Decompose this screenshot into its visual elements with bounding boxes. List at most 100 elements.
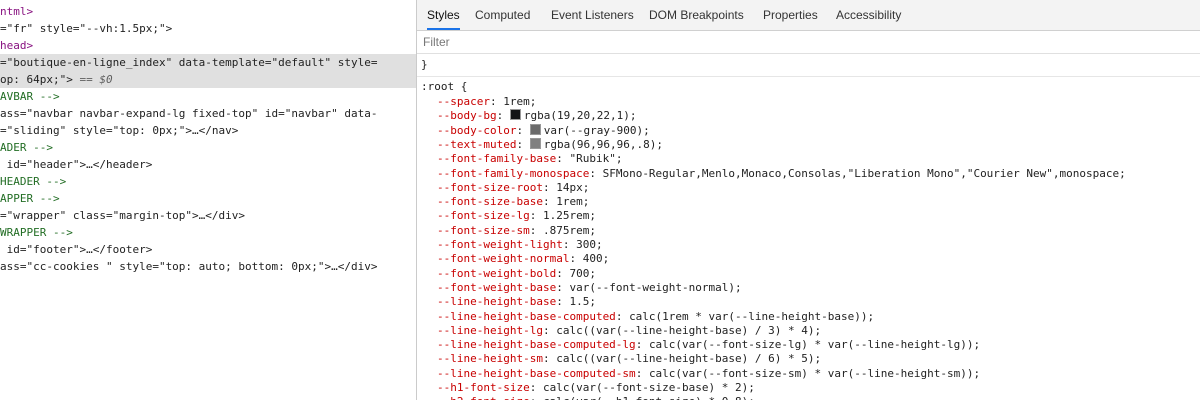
- tab-dom-breakpoints[interactable]: DOM Breakpoints: [649, 0, 744, 30]
- property-name[interactable]: --spacer: [437, 95, 490, 108]
- property-name[interactable]: --line-height-lg: [437, 324, 543, 337]
- dom-tree-line[interactable]: id="footer">…</footer>: [0, 241, 153, 258]
- property-value[interactable]: 1rem;: [556, 195, 589, 208]
- css-property[interactable]: --font-size-root: 14px;: [437, 181, 589, 195]
- property-colon: :: [529, 209, 543, 223]
- property-colon: :: [542, 352, 557, 366]
- property-value[interactable]: 1rem;: [503, 95, 536, 108]
- dom-tree-line[interactable]: ntml>: [0, 3, 33, 20]
- property-colon: :: [635, 366, 649, 380]
- css-property[interactable]: --h1-font-size: calc(var(--font-size-bas…: [437, 381, 755, 395]
- dom-tree-line[interactable]: ADER -->: [0, 139, 53, 156]
- css-property[interactable]: --font-size-lg: 1.25rem;: [437, 209, 596, 223]
- property-name[interactable]: --line-height-base-computed-sm: [437, 367, 636, 380]
- dom-tree-line[interactable]: ="sliding" style="top: 0px;">…</nav>: [0, 122, 238, 139]
- css-property[interactable]: --body-bg: rgba(19,20,22,1);: [437, 109, 636, 123]
- css-property[interactable]: --spacer: 1rem;: [437, 95, 536, 109]
- property-name[interactable]: --font-weight-normal: [437, 252, 569, 265]
- tab-properties[interactable]: Properties: [763, 0, 818, 30]
- dom-tree-line[interactable]: WRAPPER -->: [0, 224, 73, 241]
- property-value[interactable]: calc(var(--font-size-sm) * var(--line-he…: [649, 367, 980, 380]
- css-property[interactable]: --font-size-sm: .875rem;: [437, 224, 596, 238]
- css-property[interactable]: --font-weight-light: 300;: [437, 238, 603, 252]
- property-value[interactable]: rgba(96,96,96,.8);: [544, 138, 663, 151]
- css-property[interactable]: --text-muted: rgba(96,96,96,.8);: [437, 137, 663, 152]
- property-name[interactable]: --h2-font-size: [437, 395, 530, 400]
- dom-tree-line[interactable]: ass="navbar navbar-expand-lg fixed-top" …: [0, 105, 378, 122]
- property-name[interactable]: --font-family-base: [437, 152, 556, 165]
- property-value[interactable]: calc(var(--font-size-base) * 2);: [543, 381, 755, 394]
- tab-computed[interactable]: Computed: [475, 0, 530, 30]
- property-name[interactable]: --font-weight-base: [437, 281, 556, 294]
- property-name[interactable]: --font-weight-light: [437, 238, 563, 251]
- css-property[interactable]: --font-weight-bold: 700;: [437, 267, 596, 281]
- property-value[interactable]: 1.5;: [569, 295, 596, 308]
- property-name[interactable]: --body-color: [437, 124, 516, 137]
- property-name[interactable]: --font-weight-bold: [437, 267, 556, 280]
- css-property[interactable]: --font-size-base: 1rem;: [437, 195, 589, 209]
- property-value[interactable]: 300;: [576, 238, 603, 251]
- property-name[interactable]: --line-height-sm: [437, 352, 543, 365]
- property-name[interactable]: --text-muted: [437, 138, 516, 151]
- property-value[interactable]: 400;: [583, 252, 610, 265]
- property-value[interactable]: calc(var(--font-size-lg) * var(--line-he…: [649, 338, 980, 351]
- dom-tree-line[interactable]: ="fr" style="--vh:1.5px;">: [0, 20, 172, 37]
- property-name[interactable]: --font-size-root: [437, 181, 543, 194]
- property-name[interactable]: --body-bg: [437, 109, 497, 122]
- css-property[interactable]: --font-family-base: "Rubik";: [437, 152, 622, 166]
- property-name[interactable]: --line-height-base-computed-lg: [437, 338, 636, 351]
- rule-selector[interactable]: :root {: [421, 80, 467, 94]
- css-property[interactable]: --line-height-base-computed-lg: calc(var…: [437, 338, 980, 352]
- dom-tree-line[interactable]: AVBAR -->: [0, 88, 60, 105]
- property-value[interactable]: 14px;: [556, 181, 589, 194]
- property-value[interactable]: 1.25rem;: [543, 209, 596, 222]
- property-value[interactable]: calc((var(--line-height-base) / 6) * 5);: [556, 352, 821, 365]
- css-property[interactable]: --line-height-base-computed-sm: calc(var…: [437, 367, 980, 381]
- dom-tree-line[interactable]: ass="cc-cookies " style="top: auto; bott…: [0, 258, 378, 275]
- property-value[interactable]: var(--gray-900);: [544, 124, 650, 137]
- property-colon: :: [589, 166, 603, 180]
- css-property[interactable]: --font-family-monospace: SFMono-Regular,…: [437, 167, 1126, 181]
- dom-tree-line[interactable]: HEADER -->: [0, 173, 66, 190]
- css-property[interactable]: --body-color: var(--gray-900);: [437, 123, 650, 138]
- property-colon: :: [615, 309, 630, 323]
- property-value[interactable]: "Rubik";: [569, 152, 622, 165]
- property-name[interactable]: --font-size-sm: [437, 224, 530, 237]
- css-property[interactable]: --line-height-lg: calc((var(--line-heigh…: [437, 324, 821, 338]
- property-name[interactable]: --line-height-base: [437, 295, 556, 308]
- color-swatch[interactable]: [529, 123, 541, 135]
- property-value[interactable]: .875rem;: [543, 224, 596, 237]
- css-property[interactable]: --line-height-base-computed: calc(1rem *…: [437, 310, 874, 324]
- property-name[interactable]: --font-size-base: [437, 195, 543, 208]
- css-property[interactable]: --font-weight-base: var(--font-weight-no…: [437, 281, 742, 295]
- dom-tree-line[interactable]: APPER -->: [0, 190, 60, 207]
- css-property[interactable]: --line-height-base: 1.5;: [437, 295, 596, 309]
- property-value[interactable]: 700;: [569, 267, 596, 280]
- tab-accessibility[interactable]: Accessibility: [836, 0, 901, 30]
- property-colon: :: [556, 295, 570, 309]
- dom-tree-line[interactable]: ="wrapper" class="margin-top">…</div>: [0, 207, 245, 224]
- property-value[interactable]: calc(var(--h1-font-size) * 0.8);: [543, 395, 755, 400]
- tab-styles[interactable]: Styles: [427, 0, 460, 30]
- property-value[interactable]: SFMono-Regular,Menlo,Monaco,Consolas,"Li…: [603, 167, 1126, 180]
- css-property[interactable]: --font-weight-normal: 400;: [437, 252, 609, 266]
- css-property[interactable]: --h2-font-size: calc(var(--h1-font-size)…: [437, 395, 755, 400]
- dom-tree-line[interactable]: ="boutique-en-ligne_index" data-template…: [0, 54, 416, 71]
- color-swatch[interactable]: [509, 109, 521, 121]
- dom-tree-line[interactable]: head>: [0, 37, 33, 54]
- dom-tree-line[interactable]: id="header">…</header>: [0, 156, 153, 173]
- property-name[interactable]: --line-height-base-computed: [437, 310, 616, 323]
- css-property[interactable]: --line-height-sm: calc((var(--line-heigh…: [437, 352, 821, 366]
- dom-tree-line[interactable]: op: 64px;"> == $0: [0, 71, 416, 88]
- property-name[interactable]: --h1-font-size: [437, 381, 530, 394]
- filter-input[interactable]: Filter: [417, 31, 1200, 54]
- property-value[interactable]: calc(1rem * var(--line-height-base));: [629, 310, 874, 323]
- property-value[interactable]: rgba(19,20,22,1);: [524, 109, 637, 122]
- color-swatch[interactable]: [529, 137, 541, 149]
- tab-event-listeners[interactable]: Event Listeners: [551, 0, 634, 30]
- property-value[interactable]: calc((var(--line-height-base) / 3) * 4);: [556, 324, 821, 337]
- elements-panel[interactable]: ntml> ="fr" style="--vh:1.5px;"> head> ="bo…: [0, 0, 416, 400]
- property-name[interactable]: --font-size-lg: [437, 209, 530, 222]
- property-name[interactable]: --font-family-monospace: [437, 167, 589, 180]
- property-value[interactable]: var(--font-weight-normal);: [569, 281, 741, 294]
